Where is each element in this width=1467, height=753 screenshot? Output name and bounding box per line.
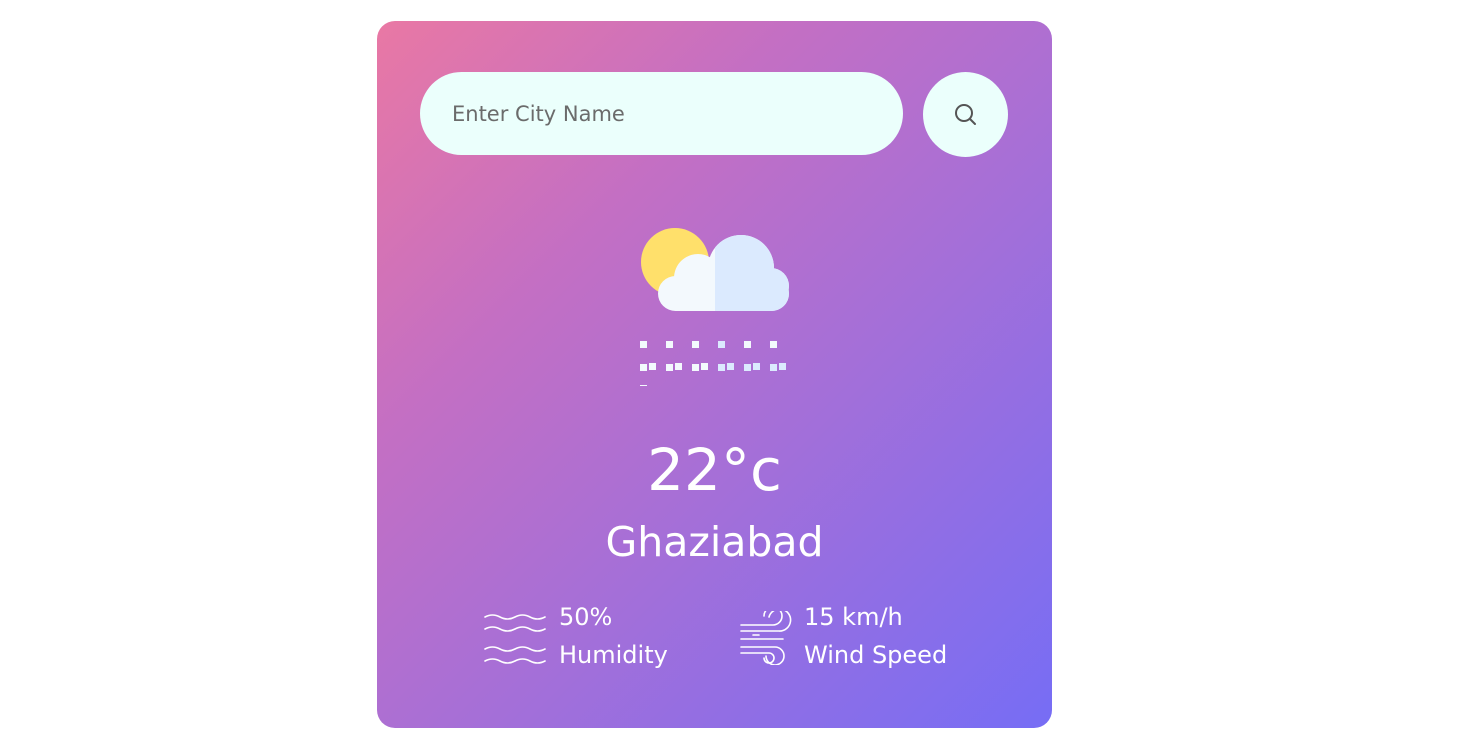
city-name: Ghaziabad (605, 518, 824, 566)
snow-row-3 (640, 364, 777, 371)
search-icon (954, 103, 976, 125)
search-button[interactable] (923, 72, 1008, 157)
search-bar (420, 72, 1008, 157)
humidity-detail: 50% Humidity (484, 599, 694, 675)
cloud-sun-snow-icon (640, 228, 789, 386)
temperature: 22°c (647, 436, 782, 504)
wind-label: Wind Speed (804, 641, 948, 669)
humidity-label: Humidity (559, 641, 668, 669)
wind-detail: 15 km/h Wind Speed (739, 599, 979, 675)
humidity-value: 50% (559, 603, 613, 631)
city-search-input[interactable] (420, 72, 903, 155)
wind-value: 15 km/h (804, 603, 903, 631)
weather-card: 22°c Ghaziabad 50% Humidity 15 km/h (377, 21, 1052, 728)
humidity-waves-icon (484, 614, 546, 664)
wind-icon (740, 611, 792, 665)
